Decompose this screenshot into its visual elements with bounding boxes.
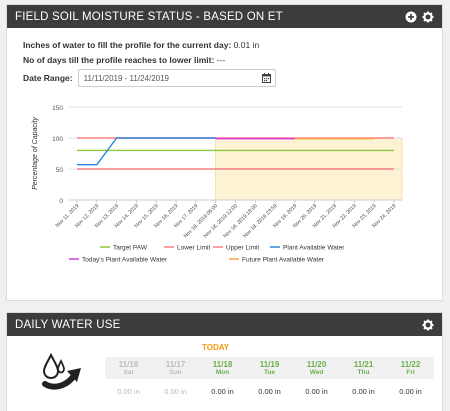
water-day-date: 11/22 (400, 360, 421, 369)
series-line (77, 137, 216, 166)
water-day-column: 11/17 Sun 0.00 in (152, 357, 199, 396)
gear-icon[interactable] (422, 319, 434, 331)
date-range-label: Date Range: (23, 73, 73, 83)
today-label: TODAY (202, 343, 230, 352)
water-day-value: 0.00 in (305, 387, 328, 396)
water-day-name: Mon (215, 369, 230, 376)
calendar-icon[interactable] (261, 73, 271, 83)
water-fill-value: 0.01 in (233, 40, 260, 50)
water-day-value: 0.00 in (352, 387, 375, 396)
y-tick-label: 50 (56, 167, 64, 174)
legend-item: Today's Plant Available Water (82, 257, 168, 264)
water-day-column: 11/16 Sat 0.00 in (105, 357, 152, 396)
y-tick-label: 150 (52, 105, 63, 112)
water-day-value: 0.00 in (117, 387, 140, 396)
date-range-input[interactable]: 11/11/2019 - 11/24/2019 (77, 69, 276, 87)
water-day-column: 11/19 Tue 0.00 in (246, 357, 293, 396)
water-day-name: Tue (263, 369, 276, 376)
water-day-date: 11/20 (306, 360, 327, 369)
legend-item: Plant Available Water (283, 245, 345, 252)
panel-title: DAILY WATER USE (15, 318, 121, 331)
water-day-header: 11/20 Wed (293, 357, 340, 379)
water-day-name: Thu (357, 369, 370, 376)
water-day-date: 11/16 (118, 360, 139, 369)
water-day-value: 0.00 in (211, 387, 234, 396)
water-day-header: 11/19 Tue (246, 357, 293, 379)
water-day-name: Sun (169, 369, 182, 376)
panel-header: DAILY WATER USE (7, 313, 442, 336)
gear-icon[interactable] (422, 11, 434, 23)
water-day-header: 11/21 Thu (340, 357, 387, 379)
water-day-name: Sat (123, 369, 134, 376)
water-day-header: 11/17 Sun (152, 357, 199, 379)
soil-moisture-panel: FIELD SOIL MOISTURE STATUS - BASED ON ET… (6, 4, 443, 301)
date-range-value: 11/11/2019 - 11/24/2019 (83, 73, 169, 83)
water-day-column: 11/22 Fri 0.00 in (387, 357, 434, 396)
days-info: No of days till the profile reaches to l… (23, 55, 225, 65)
water-day-date: 11/18 (212, 360, 233, 369)
days-label: No of days till the profile reaches to l… (23, 55, 215, 65)
water-day-date: 11/19 (259, 360, 280, 369)
legend-item: Target PAW (113, 245, 148, 252)
water-day-date: 11/21 (353, 360, 374, 369)
water-day-column: 11/21 Thu 0.00 in (340, 357, 387, 396)
panel-header: FIELD SOIL MOISTURE STATUS - BASED ON ET (7, 5, 442, 28)
days-value: --- (216, 55, 226, 65)
panel-title: FIELD SOIL MOISTURE STATUS - BASED ON ET (15, 10, 283, 23)
water-day-header: 11/18 Mon (199, 357, 246, 379)
y-axis-label: Percentage of Capacity (32, 117, 39, 190)
water-drops-arrow-icon (42, 352, 81, 390)
daily-water-use-panel: DAILY WATER USE TODAY 11/16 Sat 0.00 in 11/… (6, 312, 443, 411)
water-day-value: 0.00 in (164, 387, 187, 396)
water-day-header: 11/22 Fri (387, 357, 434, 379)
legend-item: Upper Limit (226, 245, 259, 252)
legend-item: Lower Limit (177, 245, 210, 252)
water-day-header: 11/16 Sat (105, 357, 152, 379)
water-day-column: 11/18 Mon 0.00 in (199, 357, 246, 396)
water-day-value: 0.00 in (399, 387, 422, 396)
water-day-value: 0.00 in (258, 387, 281, 396)
water-day-name: Wed (309, 369, 324, 376)
plus-circle-icon[interactable] (405, 11, 417, 23)
water-day-date: 11/17 (165, 360, 186, 369)
water-fill-label: Inches of water to fill the profile for … (23, 40, 232, 50)
water-fill-info: Inches of water to fill the profile for … (23, 40, 259, 50)
y-tick-label: 0 (59, 198, 63, 205)
y-tick-label: 100 (52, 136, 63, 143)
water-day-name: Fri (406, 369, 415, 376)
legend-item: Future Plant Available Water (242, 257, 325, 264)
date-range: Date Range: 11/11/2019 - 11/24/2019 (23, 69, 276, 87)
moisture-chart: 050100150Percentage of CapacityNov 11, 2… (32, 105, 403, 264)
water-day-column: 11/20 Wed 0.00 in (293, 357, 340, 396)
